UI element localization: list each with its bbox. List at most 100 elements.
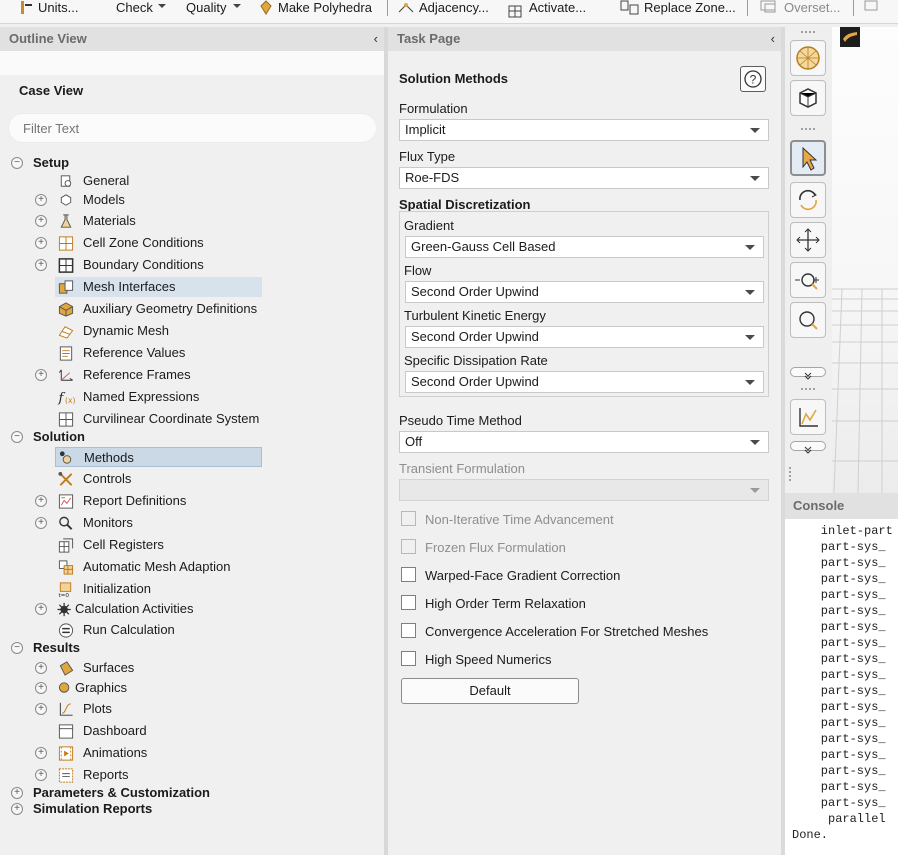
tree-item-plots[interactable]: Plots: [55, 699, 262, 719]
frozen-flux-label: Frozen Flux Formulation: [425, 540, 566, 555]
adjacency-button[interactable]: Adjacency...: [397, 0, 489, 20]
tree-item-curvilinear-coordinate-system[interactable]: Curvilinear Coordinate System: [55, 409, 262, 429]
expand-node-icon[interactable]: +: [35, 215, 47, 227]
rotate-button[interactable]: [790, 182, 826, 218]
dropdown-arrow-icon: [750, 488, 760, 493]
case-view-tab[interactable]: Case View: [0, 81, 384, 101]
transient-formulation-select[interactable]: [399, 479, 769, 501]
tree-item-animations[interactable]: Animations: [55, 743, 262, 763]
collapse-panel-icon[interactable]: ‹: [374, 27, 378, 51]
expand-node-icon[interactable]: +: [35, 747, 47, 759]
overset-button[interactable]: Overset...: [760, 0, 840, 20]
warped-face-label: Warped-Face Gradient Correction: [425, 568, 621, 583]
expand-node-icon[interactable]: +: [35, 603, 47, 615]
expand-node-icon[interactable]: +: [11, 803, 23, 815]
expand-node-icon[interactable]: +: [35, 662, 47, 674]
tree-item-general[interactable]: General: [55, 171, 262, 191]
expand-toolbar-button[interactable]: [790, 441, 826, 454]
collapse-panel-icon[interactable]: ‹: [771, 27, 775, 51]
units-button[interactable]: Units...: [18, 0, 78, 20]
help-button[interactable]: ?: [740, 66, 766, 92]
tree-item-reports[interactable]: Reports: [55, 765, 262, 785]
tree-item-dynamic-mesh[interactable]: Dynamic Mesh: [55, 321, 262, 341]
quality-button[interactable]: Quality: [186, 0, 244, 20]
view-properties-button[interactable]: [790, 399, 826, 435]
more-toolbar-icon[interactable]: [864, 0, 878, 20]
tree-item-initialization[interactable]: t=0 Initialization: [55, 579, 262, 599]
graphics-viewport[interactable]: [832, 27, 898, 493]
expand-toolbar-button[interactable]: [790, 367, 826, 380]
sdr-select[interactable]: Second Order Upwind: [405, 371, 764, 393]
non-iterative-time-checkbox[interactable]: [401, 511, 416, 526]
tree-item-calculation-activities[interactable]: Calculation Activities: [55, 599, 262, 619]
convergence-acceleration-checkbox[interactable]: [401, 623, 416, 638]
tree-item-models[interactable]: Models: [55, 190, 262, 210]
make-polyhedra-button[interactable]: Make Polyhedra: [258, 0, 372, 20]
select-pointer-button[interactable]: [790, 140, 826, 176]
activate-button[interactable]: Activate...: [507, 0, 586, 20]
flow-select[interactable]: Second Order Upwind: [405, 281, 764, 303]
toolbar-grip-icon[interactable]: [789, 467, 793, 481]
collapse-node-icon[interactable]: −: [11, 642, 23, 654]
tree-item-label: Auxiliary Geometry Definitions: [83, 301, 258, 316]
expand-node-icon[interactable]: +: [35, 194, 47, 206]
tree-item-solution[interactable]: Solution: [33, 427, 253, 447]
tree-item-report-definitions[interactable]: Report Definitions: [55, 491, 262, 511]
expand-node-icon[interactable]: +: [35, 495, 47, 507]
tree-item-controls[interactable]: Controls: [55, 469, 262, 489]
warped-face-checkbox[interactable]: [401, 567, 416, 582]
fit-view-button[interactable]: [790, 40, 826, 76]
zoom-in-out-button[interactable]: [790, 262, 826, 298]
tree-item-cell-zone-conditions[interactable]: Cell Zone Conditions: [55, 233, 262, 253]
collapse-node-icon[interactable]: −: [11, 157, 23, 169]
expand-node-icon[interactable]: +: [35, 259, 47, 271]
tree-item-surfaces[interactable]: Surfaces: [55, 658, 262, 678]
expand-node-icon[interactable]: +: [35, 769, 47, 781]
flux-type-select[interactable]: Roe-FDS: [399, 167, 769, 189]
tree-item-named-expressions[interactable]: f (x) Named Expressions: [55, 387, 262, 407]
tree-item-materials[interactable]: Materials: [55, 211, 262, 231]
high-order-relaxation-checkbox[interactable]: [401, 595, 416, 610]
formulation-select[interactable]: Implicit: [399, 119, 769, 141]
zoom-box-button[interactable]: [790, 302, 826, 338]
high-speed-numerics-checkbox[interactable]: [401, 651, 416, 666]
check-button[interactable]: Check: [116, 0, 167, 20]
tree-item-automatic-mesh-adaption[interactable]: Automatic Mesh Adaption: [55, 557, 262, 577]
toolbar-grip-icon[interactable]: [801, 31, 815, 34]
tree-item-auxiliary-geometry-definitions[interactable]: Auxiliary Geometry Definitions: [55, 299, 262, 319]
tree-item-label: Dynamic Mesh: [83, 323, 169, 338]
tree-item-graphics[interactable]: Graphics: [55, 678, 262, 698]
tree-item-mesh-interfaces[interactable]: Mesh Interfaces: [55, 277, 262, 297]
tree-item-results[interactable]: Results: [33, 638, 253, 658]
pan-button[interactable]: [790, 222, 826, 258]
tree-item-boundary-conditions[interactable]: Boundary Conditions: [55, 255, 262, 275]
gradient-select[interactable]: Green-Gauss Cell Based: [405, 236, 764, 258]
toolbar-grip-icon[interactable]: [801, 388, 815, 391]
pseudo-time-select[interactable]: Off: [399, 431, 769, 453]
tree-item-simulation-reports[interactable]: Simulation Reports: [33, 799, 253, 819]
frozen-flux-checkbox[interactable]: [401, 539, 416, 554]
collapse-node-icon[interactable]: −: [11, 431, 23, 443]
tke-select[interactable]: Second Order Upwind: [405, 326, 764, 348]
tree-item-setup[interactable]: Setup: [33, 153, 253, 173]
tree-item-run-calculation[interactable]: Run Calculation: [55, 620, 262, 640]
expand-node-icon[interactable]: +: [35, 369, 47, 381]
isometric-view-button[interactable]: [790, 80, 826, 116]
console-output[interactable]: inlet-part part-sys_ part-sys_ part-sys_…: [785, 519, 898, 855]
default-button[interactable]: Default: [401, 678, 579, 704]
tree-item-label: Models: [83, 192, 125, 207]
tree-item-methods[interactable]: Methods: [55, 447, 262, 467]
expand-node-icon[interactable]: +: [35, 237, 47, 249]
expand-node-icon[interactable]: +: [35, 703, 47, 715]
toolbar-grip-icon[interactable]: [801, 128, 815, 131]
expand-node-icon[interactable]: +: [35, 682, 47, 694]
filter-text-input[interactable]: [8, 113, 377, 143]
expand-node-icon[interactable]: +: [11, 787, 23, 799]
tree-item-monitors[interactable]: Monitors: [55, 513, 262, 533]
tree-item-reference-frames[interactable]: Reference Frames: [55, 365, 262, 385]
replace-zone-button[interactable]: Replace Zone...: [620, 0, 736, 20]
tree-item-dashboard[interactable]: Dashboard: [55, 721, 262, 741]
tree-item-cell-registers[interactable]: Cell Registers: [55, 535, 262, 555]
expand-node-icon[interactable]: +: [35, 517, 47, 529]
tree-item-reference-values[interactable]: Reference Values: [55, 343, 262, 363]
